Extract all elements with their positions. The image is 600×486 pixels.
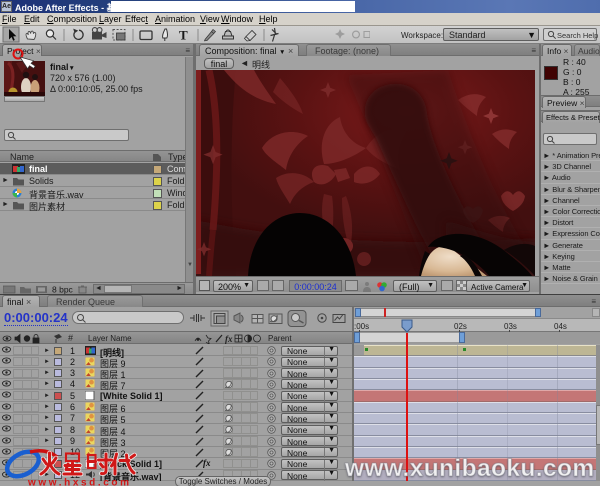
svg-text:8 bpc: 8 bpc bbox=[52, 285, 74, 295]
svg-text:www.hxsd.com: www.hxsd.com bbox=[27, 478, 132, 486]
svg-text:fx: fx bbox=[225, 334, 233, 344]
svg-text:T: T bbox=[179, 28, 188, 43]
